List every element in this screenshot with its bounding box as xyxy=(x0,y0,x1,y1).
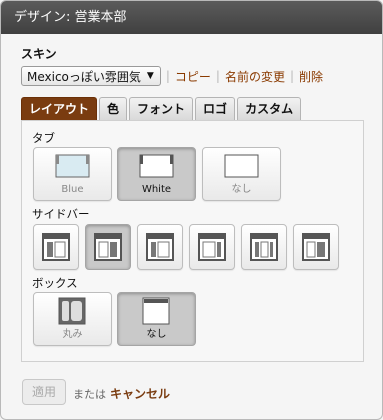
sidebar-layout-3-icon xyxy=(146,233,174,261)
delete-skin-link[interactable]: 削除 xyxy=(299,68,323,85)
sidebar-group-label: サイドバー xyxy=(32,207,90,221)
sidebar-layout-4-icon xyxy=(198,233,226,261)
design-dialog: デザイン: 営業本部 スキン Mexicoっぽい雰囲気 ▼ | コピー | 名前… xyxy=(0,0,383,420)
tab-layout[interactable]: レイアウト xyxy=(21,97,98,120)
tab-option-caption: Blue xyxy=(61,184,84,195)
box-rounded-icon xyxy=(58,297,86,325)
layout-panel: タブ Blue White なし サイドバー ボックス 丸み なし xyxy=(21,120,364,362)
tab-custom[interactable]: カスタム xyxy=(237,97,302,120)
tab-option-blue[interactable]: Blue xyxy=(33,147,112,201)
sidebar-layout-1-icon xyxy=(42,233,70,261)
sidebar-option-5[interactable] xyxy=(241,224,287,270)
sidebar-layout-2-icon xyxy=(94,233,122,261)
box-none-icon xyxy=(142,297,170,325)
box-option-none[interactable]: なし xyxy=(117,292,196,346)
design-tabs: レイアウト 色 フォント ロゴ カスタム xyxy=(21,97,303,121)
cancel-link[interactable]: キャンセル xyxy=(110,387,170,401)
tab-option-caption: White xyxy=(141,184,172,195)
sidebar-layout-6-icon xyxy=(302,233,330,261)
tab-font[interactable]: フォント xyxy=(129,97,194,120)
tab-blue-icon xyxy=(55,154,90,178)
or-label: または xyxy=(73,388,106,401)
footer-or-text: または キャンセル xyxy=(73,385,170,402)
sidebar-layout-5-icon xyxy=(250,233,278,261)
skin-row: Mexicoっぽい雰囲気 ▼ | コピー | 名前の変更 | 削除 xyxy=(21,66,323,86)
box-option-rounded[interactable]: 丸み xyxy=(33,292,112,346)
skin-select[interactable]: Mexicoっぽい雰囲気 ▼ xyxy=(21,66,161,86)
tab-option-caption: なし xyxy=(231,184,252,195)
box-group-label: ボックス xyxy=(32,276,78,290)
sidebar-option-1[interactable] xyxy=(33,224,79,270)
apply-button[interactable]: 適用 xyxy=(22,379,66,405)
tab-color[interactable]: 色 xyxy=(99,97,128,120)
tab-option-white[interactable]: White xyxy=(117,147,196,201)
sidebar-option-2[interactable] xyxy=(85,224,131,270)
sidebar-option-6[interactable] xyxy=(293,224,339,270)
copy-skin-link[interactable]: コピー xyxy=(175,68,211,85)
sidebar-option-3[interactable] xyxy=(137,224,183,270)
separator: | xyxy=(215,69,220,83)
separator: | xyxy=(289,69,294,83)
tab-none-icon xyxy=(224,154,259,178)
separator: | xyxy=(165,69,170,83)
tab-logo[interactable]: ロゴ xyxy=(195,97,236,120)
sidebar-option-4[interactable] xyxy=(189,224,235,270)
chevron-down-icon: ▼ xyxy=(146,71,154,81)
tab-group-label: タブ xyxy=(32,131,55,145)
skin-label: スキン xyxy=(21,47,57,61)
dialog-title: デザイン: 営業本部 xyxy=(1,1,382,34)
tab-option-none[interactable]: なし xyxy=(202,147,281,201)
tab-white-icon xyxy=(139,154,174,178)
rename-skin-link[interactable]: 名前の変更 xyxy=(225,68,285,85)
skin-select-value: Mexicoっぽい雰囲気 xyxy=(27,69,141,84)
box-option-caption: 丸み xyxy=(62,329,83,340)
box-option-caption: なし xyxy=(146,329,167,340)
